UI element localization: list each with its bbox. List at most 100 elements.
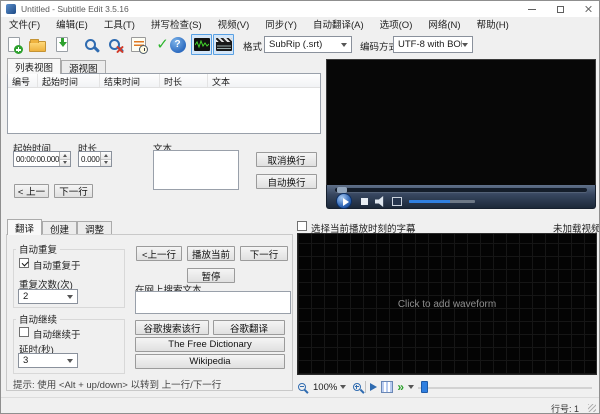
tab-adjust[interactable]: 调整 [77, 221, 113, 236]
chevron-down-icon [67, 294, 73, 299]
auto-continue-checkbox[interactable] [19, 327, 29, 337]
web-search-input[interactable] [135, 291, 291, 314]
mode-tabstrip: 翻译 创建 调整 [7, 219, 113, 236]
zoom-level-select[interactable]: 100% [310, 380, 349, 394]
google-search-button[interactable]: 谷歌搜索该行 [135, 320, 209, 335]
clapperboard-icon [215, 38, 232, 51]
seek-bar[interactable] [335, 187, 587, 193]
play-current-button[interactable]: 播放当前 [187, 246, 235, 261]
column-header-duration[interactable]: 时长 [160, 74, 208, 87]
maximize-icon [556, 5, 564, 13]
clock-icon [139, 45, 148, 54]
visual-sync-icon [131, 37, 148, 54]
pause-button[interactable]: 暂停 [187, 268, 235, 283]
tab-translate[interactable]: 翻译 [7, 219, 43, 235]
tab-source-view[interactable]: 源视图 [61, 60, 106, 75]
column-header-number[interactable]: 编号 [8, 74, 38, 87]
wave-play-icon[interactable] [370, 383, 378, 391]
auto-repeat-checkbox-label[interactable]: 自动重复于 [33, 258, 81, 272]
column-header-text[interactable]: 文本 [208, 74, 320, 87]
chevron-down-icon[interactable] [408, 385, 414, 389]
menu-item-edit[interactable]: 编辑(E) [48, 17, 96, 31]
stop-button[interactable] [361, 198, 368, 205]
waveform-placeholder[interactable]: Click to add waveform [398, 299, 496, 310]
video-display[interactable] [326, 59, 596, 185]
slider-handle[interactable] [421, 381, 428, 393]
tab-list-view[interactable]: 列表视图 [7, 58, 62, 74]
save-icon [55, 37, 68, 52]
spinner-arrows-icon[interactable] [100, 152, 111, 166]
chevron-down-icon [462, 42, 468, 47]
toolbar-visual-sync-button[interactable] [128, 34, 149, 55]
menu-item-help[interactable]: 帮助(H) [469, 17, 517, 31]
menu-item-network[interactable]: 网络(N) [420, 17, 468, 31]
column-header-end-time[interactable]: 结束时间 [100, 74, 160, 87]
auto-repeat-checkbox[interactable] [19, 258, 29, 268]
encoding-select[interactable]: UTF-8 with BOM [393, 36, 473, 53]
next-subtitle-button[interactable]: 下一行 [54, 184, 93, 198]
auto-continue-checkbox-label[interactable]: 自动继续于 [33, 327, 81, 341]
duration-spinner[interactable]: 0.000 [78, 151, 112, 167]
prev-subtitle-button[interactable]: < 上一 [14, 184, 49, 198]
minimize-icon [528, 8, 536, 10]
auto-repeat-title: 自动重复 [19, 245, 58, 256]
zoom-in-icon[interactable] [353, 383, 362, 391]
column-header-start-time[interactable]: 起始时间 [38, 74, 100, 87]
menu-item-file[interactable]: 文件(F) [1, 17, 48, 31]
delay-select[interactable]: 3 [18, 353, 78, 368]
toolbar-video-toggle[interactable] [213, 34, 234, 55]
menu-item-autotranslate[interactable]: 自动翻译(A) [305, 17, 372, 31]
app-icon [6, 4, 16, 14]
volume-slider[interactable] [409, 200, 475, 203]
maximize-button[interactable] [547, 1, 573, 17]
toolbar-help-button[interactable]: ? [167, 34, 188, 55]
repeat-count-select[interactable]: 2 [18, 289, 78, 304]
tab-create[interactable]: 创建 [42, 221, 78, 236]
free-dictionary-button[interactable]: The Free Dictionary [135, 337, 285, 352]
format-select[interactable]: SubRip (.srt) [264, 36, 352, 53]
duration-value: 0.000 [81, 154, 100, 164]
unbreak-button[interactable]: 取消换行 [256, 152, 317, 167]
menu-item-video[interactable]: 视频(V) [210, 17, 258, 31]
menu-item-tools[interactable]: 工具(T) [96, 17, 143, 31]
prev-line-button[interactable]: <上一行 [136, 246, 182, 261]
start-time-spinner[interactable]: 00:00:00.000 [13, 151, 71, 167]
subtitle-list-table[interactable]: 编号 起始时间 结束时间 时长 文本 [7, 73, 321, 134]
toolbar-save-button[interactable] [51, 34, 72, 55]
play-button[interactable] [336, 193, 352, 209]
waveform-display[interactable]: Click to add waveform [297, 233, 597, 375]
waveform-icon [193, 38, 210, 51]
wikipedia-button[interactable]: Wikipedia [135, 354, 285, 369]
spectrogram-toggle-icon[interactable] [381, 381, 394, 393]
close-button[interactable] [575, 1, 599, 17]
delay-value: 3 [23, 355, 29, 366]
volume-icon[interactable] [375, 196, 384, 207]
subtitle-text-input[interactable] [153, 150, 239, 190]
minimize-button[interactable] [519, 1, 545, 17]
menu-item-options[interactable]: 选项(O) [372, 17, 421, 31]
menubar: 文件(F) 编辑(E) 工具(T) 拼写检查(S) 视频(V) 同步(Y) 自动… [1, 17, 599, 31]
spinner-arrows-icon[interactable] [59, 152, 70, 166]
google-translate-button[interactable]: 谷歌翻译 [213, 320, 285, 335]
toolbar-find-button[interactable] [80, 34, 101, 55]
next-line-button[interactable]: 下一行 [240, 246, 288, 261]
fullscreen-button[interactable] [392, 197, 402, 206]
format-value: SubRip (.srt) [269, 39, 323, 50]
toolbar-replace-button[interactable] [104, 34, 125, 55]
zoom-level-value: 100% [313, 381, 338, 393]
x-mark-icon [115, 45, 124, 54]
resize-grip[interactable] [588, 404, 596, 412]
toolbar-waveform-toggle[interactable] [191, 34, 212, 55]
toolbar-new-button[interactable] [3, 34, 24, 55]
menu-item-sync[interactable]: 同步(Y) [257, 17, 305, 31]
waveform-position-slider[interactable] [418, 381, 594, 393]
chevron-down-icon [340, 385, 347, 389]
format-label: 格式 [243, 42, 263, 53]
toolbar-open-button[interactable] [27, 34, 48, 55]
select-current-subtitle-checkbox[interactable] [297, 221, 307, 231]
zoom-out-icon[interactable] [298, 383, 306, 391]
encoding-value: UTF-8 with BOM [398, 39, 462, 50]
playback-speed-icon[interactable]: » [397, 381, 404, 393]
auto-break-button[interactable]: 自动换行 [256, 174, 317, 189]
menu-item-spellcheck[interactable]: 拼写检查(S) [143, 17, 210, 31]
